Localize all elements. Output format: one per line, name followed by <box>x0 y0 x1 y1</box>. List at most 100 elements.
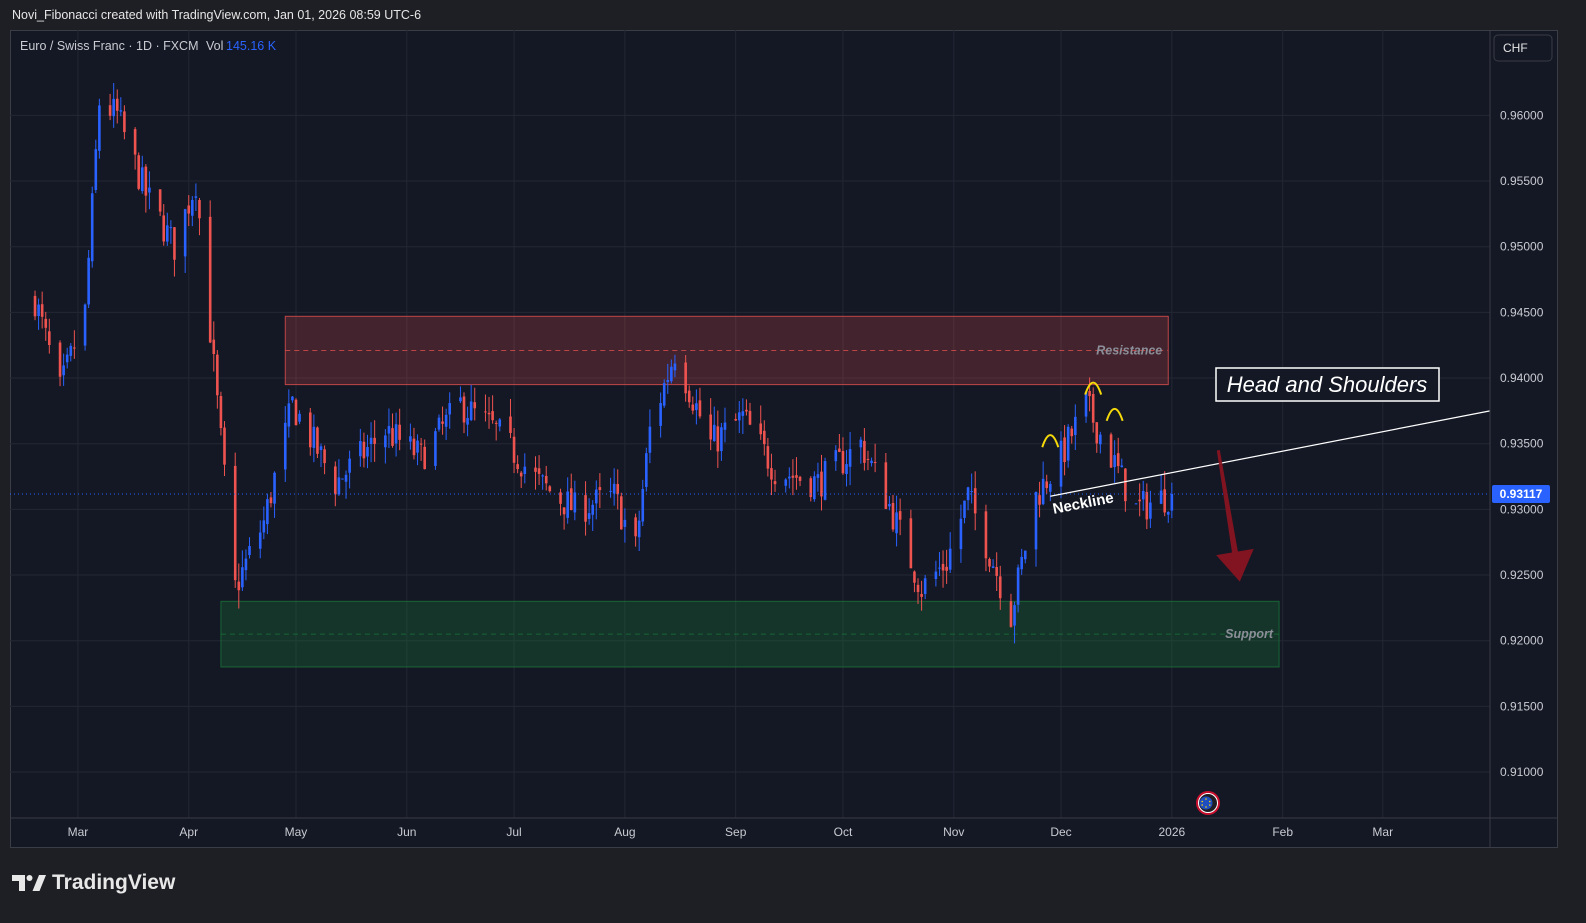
candle-down <box>1095 422 1099 444</box>
candle-down <box>998 576 1002 599</box>
candle-down <box>58 342 62 377</box>
candle-down <box>716 426 720 452</box>
candle-down <box>73 347 76 349</box>
candle-up <box>1041 478 1045 505</box>
candle-down <box>1070 428 1074 437</box>
tradingview-logo[interactable]: TradingView <box>12 871 175 895</box>
candle-up <box>991 566 995 569</box>
candle-down <box>698 400 702 417</box>
candle-up <box>712 424 716 442</box>
candle-down <box>334 466 337 495</box>
candle-down <box>1138 499 1141 502</box>
candle-up <box>194 196 198 198</box>
candle-up <box>169 227 173 229</box>
candle-up <box>498 419 502 427</box>
candle-up <box>344 474 348 482</box>
candle-down <box>537 468 541 474</box>
candle-up <box>1066 426 1070 461</box>
candle-down <box>398 424 401 440</box>
volume-label: Vol <box>206 39 223 53</box>
candle-up <box>670 366 673 382</box>
flag-icon[interactable] <box>1196 791 1220 815</box>
candle-down <box>773 481 777 485</box>
candle-down <box>945 566 948 571</box>
candle-up <box>834 450 838 462</box>
neckline-line <box>1050 410 1491 497</box>
time-tick-label: Apr <box>179 825 198 839</box>
candle-up <box>287 403 291 427</box>
candle-up <box>298 413 301 422</box>
candle-down <box>512 436 516 463</box>
volume-value: 145.16 K <box>226 39 277 53</box>
candle-down <box>973 488 977 514</box>
candle-up <box>541 475 544 477</box>
symbol-legend[interactable]: Euro / Swiss Franc · 1D · FXCM <box>20 39 199 53</box>
candle-up <box>923 578 927 595</box>
candle-up <box>966 487 970 501</box>
price-tick-label: 0.92000 <box>1500 634 1544 648</box>
candle-down <box>795 475 798 478</box>
candle-up <box>845 464 848 475</box>
candle-down <box>909 518 913 569</box>
candle-up <box>348 458 351 473</box>
candle-down <box>484 411 487 413</box>
candle-down <box>308 412 312 448</box>
candle-up <box>1013 605 1016 626</box>
candle-down <box>995 567 998 576</box>
candle-up <box>87 257 90 305</box>
candle-down <box>208 216 212 343</box>
candle-up <box>784 479 788 486</box>
candle-down <box>144 166 148 196</box>
candle-down <box>616 484 620 495</box>
time-axis[interactable]: Mar Apr May Jun Jul Aug Sep Oct Nov Dec 2026 Feb Mar <box>10 817 1558 839</box>
candle-down <box>838 448 841 452</box>
candle-up <box>83 304 87 346</box>
candle-down <box>519 472 523 477</box>
price-chart[interactable]: Resistance Support Head and ShouldersNeck… <box>0 0 1586 923</box>
last-price-label: 0.93117 <box>1500 487 1543 501</box>
candle-down <box>162 215 166 242</box>
currency-button[interactable]: CHF <box>1493 34 1553 62</box>
candle-up <box>312 426 316 448</box>
candle-down <box>115 98 119 111</box>
candle-down <box>913 571 916 583</box>
candle-down <box>473 402 477 409</box>
time-tick-label: Sep <box>725 825 747 839</box>
zones-layer: Resistance Support <box>220 315 1280 668</box>
candle-up <box>1099 434 1102 445</box>
candle-up <box>1023 550 1027 560</box>
candle-down <box>984 511 988 559</box>
time-tick-label: Feb <box>1272 825 1293 839</box>
candle-up <box>94 149 98 190</box>
candle-down <box>491 411 494 421</box>
price-axis[interactable]: 0.96000 0.95500 0.95000 0.94500 0.94000 0.935… <box>1489 30 1550 848</box>
candle-up <box>1034 492 1038 550</box>
candle-down <box>233 465 237 581</box>
candle-up <box>69 345 73 356</box>
candle-down <box>1045 481 1049 489</box>
candle-up <box>612 483 616 494</box>
price-tick-label: 0.92500 <box>1500 568 1544 582</box>
price-tick-label: 0.91500 <box>1500 699 1544 713</box>
candle-up <box>662 383 666 406</box>
candle-up <box>948 548 952 570</box>
candle-up <box>870 460 873 464</box>
candle-down <box>988 559 991 567</box>
candle-down <box>40 304 44 317</box>
price-tick-label: 0.93500 <box>1500 437 1544 451</box>
candle-down <box>237 581 241 591</box>
candle-up <box>659 403 662 426</box>
candle-down <box>137 155 140 189</box>
candle-down <box>770 468 773 480</box>
candle-up <box>587 513 591 519</box>
candle-down <box>123 111 126 133</box>
candle-down <box>820 471 823 497</box>
candle-up <box>1166 511 1170 515</box>
candle-up <box>895 512 898 534</box>
candle-up <box>737 412 741 421</box>
candle-down <box>223 427 226 465</box>
price-tick-label: 0.96000 <box>1500 108 1544 122</box>
candle-down <box>709 414 712 440</box>
candle-up <box>623 519 627 527</box>
candle-up <box>813 476 816 500</box>
